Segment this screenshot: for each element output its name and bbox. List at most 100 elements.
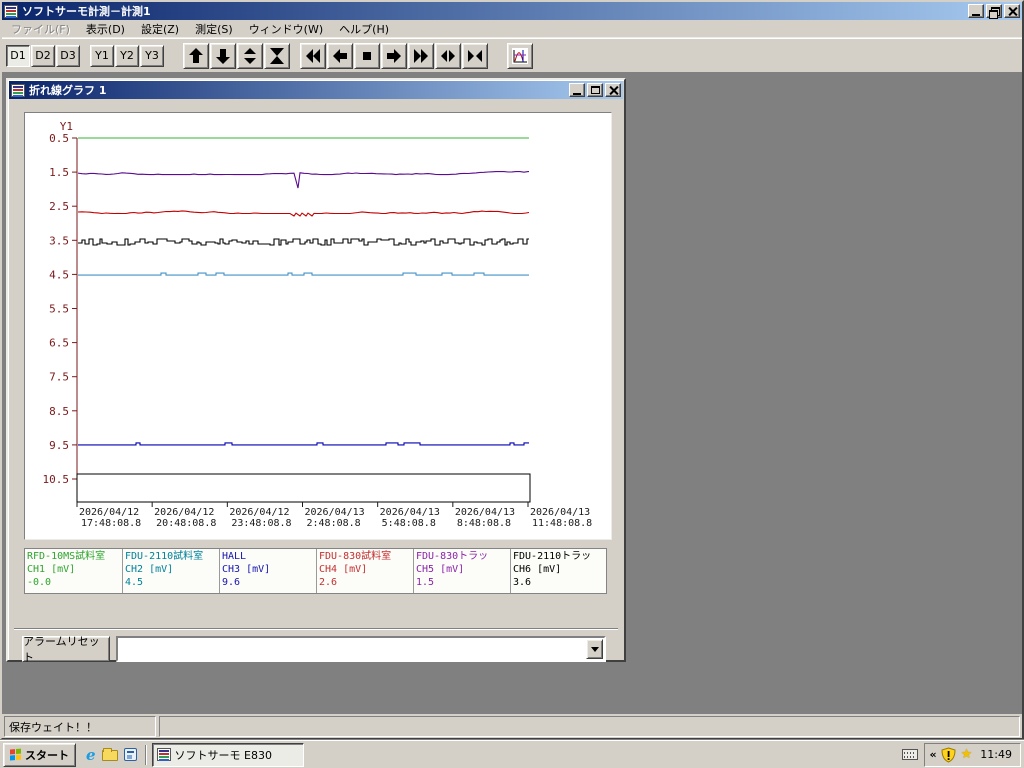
graph-close-button[interactable]	[605, 83, 621, 97]
restore-icon	[989, 6, 1000, 19]
status-bar: 保存ウェイト！！	[2, 714, 1022, 738]
svg-text:0.5: 0.5	[49, 132, 69, 145]
step-back-icon	[333, 48, 347, 63]
toolbar: D1 D2 D3 Y1 Y2 Y3	[2, 38, 1022, 72]
menu-help[interactable]: ヘルプ(H)	[331, 19, 397, 39]
expand-horizontal-icon	[441, 49, 455, 62]
d3-button[interactable]: D3	[56, 44, 80, 67]
folder-icon[interactable]	[101, 748, 118, 761]
svg-text:2026/04/13: 2026/04/13	[530, 507, 590, 518]
scroll-down-button[interactable]	[210, 42, 236, 69]
svg-text:2:48:08.8: 2:48:08.8	[307, 518, 361, 529]
svg-text:5:48:08.8: 5:48:08.8	[382, 518, 436, 529]
svg-text:3.5: 3.5	[49, 234, 69, 247]
taskbar: スタート e ソフトサーモ E830 « ★ 11:49	[0, 740, 1024, 768]
menu-measure[interactable]: 測定(S)	[187, 19, 241, 39]
star-icon[interactable]: ★	[961, 747, 973, 762]
show-desktop-icon[interactable]	[123, 748, 137, 761]
separator	[14, 628, 618, 630]
close-button[interactable]	[1004, 4, 1020, 18]
ch1-value: -0.0	[27, 577, 52, 588]
svg-text:11:48:08.8: 11:48:08.8	[532, 518, 592, 529]
menu-window[interactable]: ウィンドウ(W)	[241, 19, 331, 39]
svg-text:17:48:08.8: 17:48:08.8	[81, 518, 141, 529]
security-shield-icon[interactable]	[941, 746, 956, 763]
svg-text:8.5: 8.5	[49, 405, 69, 418]
task-button-softthermo[interactable]: ソフトサーモ E830	[151, 742, 304, 767]
window-title: ソフトサーモ計測－計測1	[22, 5, 151, 18]
svg-text:10.5: 10.5	[43, 473, 70, 486]
mdi-area: 折れ線グラフ 1 Y1 0.5 1.5 2.5 3.5 4.5 5.5 6.5 7.5 8.5 9.…	[2, 72, 1022, 714]
svg-text:2026/04/12: 2026/04/12	[154, 507, 214, 518]
graph-setup-icon	[512, 47, 528, 64]
main-titlebar[interactable]: ソフトサーモ計測－計測1	[2, 2, 1022, 20]
graph-setup-button[interactable]	[507, 42, 533, 69]
task-button-label: ソフトサーモ E830	[174, 748, 272, 762]
graph-window-body: Y1 0.5 1.5 2.5 3.5 4.5 5.5 6.5 7.5 8.5 9.5 10.5 2026…	[8, 100, 624, 664]
menu-file[interactable]: ファイル(F)	[3, 19, 78, 39]
fast-rewind-button[interactable]	[300, 42, 326, 69]
app-icon	[156, 748, 171, 761]
alarm-combobox[interactable]	[116, 636, 606, 662]
ch3-name: HALL	[222, 551, 247, 562]
scroll-up-button[interactable]	[183, 42, 209, 69]
ch1-name: RFD-10MS試料室	[27, 551, 106, 562]
svg-text:2026/04/13: 2026/04/13	[380, 507, 440, 518]
d2-button[interactable]: D2	[31, 44, 55, 67]
series-line-ch5	[77, 171, 529, 189]
expand-horizontal-button[interactable]	[435, 42, 461, 69]
graph-minimize-button[interactable]	[569, 83, 585, 97]
alarm-reset-button[interactable]: アラームリセット	[22, 635, 110, 664]
graph-titlebar[interactable]: 折れ線グラフ 1	[9, 81, 623, 99]
compress-vertical-icon	[270, 47, 284, 64]
combobox-dropdown-button[interactable]	[586, 639, 603, 659]
close-icon	[1008, 7, 1017, 16]
start-button[interactable]: スタート	[3, 742, 76, 767]
restore-button[interactable]	[986, 4, 1002, 19]
chevron-down-icon	[590, 646, 599, 656]
svg-text:9.5: 9.5	[49, 439, 69, 452]
legend-cell-ch2: FDU-2110試料室 CH2 [mV] 4.5	[122, 549, 219, 593]
ch2-value: 4.5	[125, 577, 144, 588]
y1-button[interactable]: Y1	[90, 44, 114, 67]
svg-text:2026/04/12: 2026/04/12	[79, 507, 139, 518]
ch2-label: CH2 [mV]	[125, 564, 174, 575]
svg-text:6.5: 6.5	[49, 337, 69, 350]
chart-panel: Y1 0.5 1.5 2.5 3.5 4.5 5.5 6.5 7.5 8.5 9.5 10.5 2026…	[24, 112, 612, 540]
menu-view[interactable]: 表示(D)	[78, 19, 133, 39]
fast-forward-icon	[414, 48, 428, 63]
step-forward-button[interactable]	[381, 42, 407, 69]
chevron-icon[interactable]: «	[930, 748, 937, 761]
start-label: スタート	[25, 748, 69, 762]
svg-text:20:48:08.8: 20:48:08.8	[156, 518, 216, 529]
menu-settings[interactable]: 設定(Z)	[133, 19, 187, 39]
stop-button[interactable]	[354, 42, 380, 69]
ch6-label: CH6 [mV]	[513, 564, 562, 575]
minimize-button[interactable]	[968, 4, 984, 18]
graph-maximize-button[interactable]	[587, 83, 603, 97]
fast-rewind-icon	[306, 48, 320, 63]
keyboard-icon[interactable]	[901, 749, 918, 760]
y3-button[interactable]: Y3	[140, 44, 164, 67]
ch2-name: FDU-2110試料室	[125, 551, 204, 562]
compress-vertical-button[interactable]	[264, 42, 290, 69]
stop-icon	[363, 51, 371, 60]
step-back-button[interactable]	[327, 42, 353, 69]
ch4-name: FDU-830試料室	[319, 551, 392, 562]
svg-text:23:48:08.8: 23:48:08.8	[231, 518, 291, 529]
svg-text:1.5: 1.5	[49, 166, 69, 179]
svg-text:2026/04/12: 2026/04/12	[229, 507, 289, 518]
internet-explorer-icon[interactable]: e	[86, 747, 96, 762]
series-line-ch6	[78, 238, 529, 246]
compress-horizontal-button[interactable]	[462, 42, 488, 69]
ch5-label: CH5 [mV]	[416, 564, 465, 575]
series-line-ch3	[78, 442, 529, 446]
svg-text:8:48:08.8: 8:48:08.8	[457, 518, 511, 529]
fast-forward-button[interactable]	[408, 42, 434, 69]
expand-vertical-button[interactable]	[237, 42, 263, 69]
svg-text:2026/04/13: 2026/04/13	[305, 507, 365, 518]
legend-cell-ch3: HALL CH3 [mV] 9.6	[219, 549, 316, 593]
minimize-icon	[573, 92, 581, 95]
y2-button[interactable]: Y2	[115, 44, 139, 67]
d1-button[interactable]: D1	[6, 44, 30, 67]
